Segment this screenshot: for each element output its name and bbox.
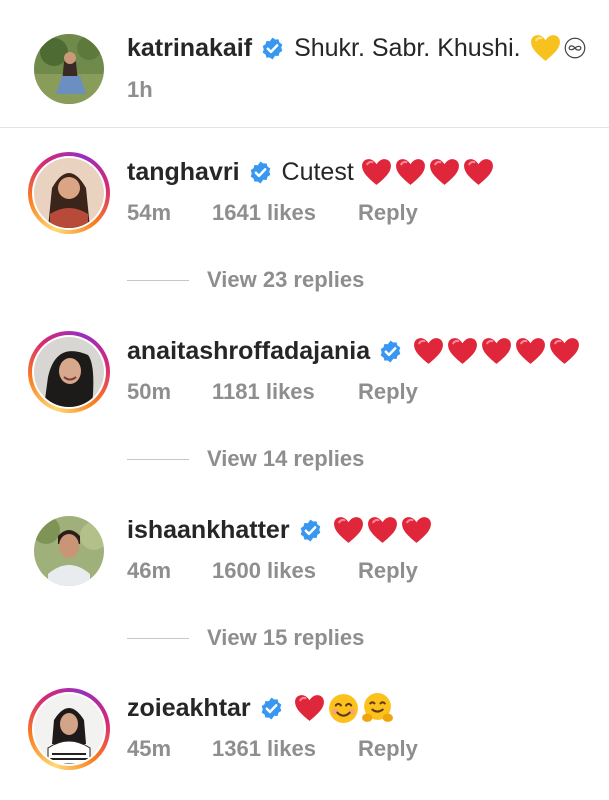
- yellow-heart-emoji-icon: [529, 32, 562, 65]
- view-replies-label: View 23 replies: [207, 267, 365, 292]
- comment-likes[interactable]: 1361 likes: [212, 736, 358, 762]
- smiling-face-emoji-icon: [327, 692, 360, 725]
- story-ring[interactable]: [28, 331, 110, 413]
- comment-emojis: [293, 692, 394, 725]
- avatar-ishaankhatter[interactable]: [34, 516, 104, 586]
- view-replies-label: View 15 replies: [207, 625, 365, 650]
- reply-button[interactable]: Reply: [358, 736, 418, 762]
- red-heart-emoji-icon: [366, 514, 399, 547]
- caption-emojis: [529, 32, 587, 65]
- red-heart-emoji-icon: [360, 156, 393, 189]
- hugging-face-emoji-icon: [361, 692, 394, 725]
- avatar-anaitashroffadajania[interactable]: [34, 337, 104, 407]
- avatar-katrinakaif[interactable]: [34, 34, 104, 104]
- red-heart-emoji-icon: [412, 335, 445, 368]
- red-heart-emoji-icon: [548, 335, 581, 368]
- comment-username[interactable]: tanghavri: [127, 158, 240, 187]
- avatar-zoieakhtar[interactable]: [34, 694, 104, 764]
- caption-text: Shukr. Sabr. Khushi.: [294, 33, 521, 62]
- red-heart-emoji-icon: [462, 156, 495, 189]
- story-ring[interactable]: [28, 152, 110, 234]
- comment-emojis: [360, 156, 495, 189]
- comment-emojis: [412, 335, 581, 368]
- comment-time: 54m: [127, 200, 172, 225]
- comment-likes[interactable]: 1641 likes: [212, 200, 358, 226]
- comment-time: 46m: [127, 558, 172, 583]
- comment-emojis: [332, 514, 433, 547]
- divider-line: [127, 458, 189, 460]
- red-heart-emoji-icon: [332, 514, 365, 547]
- infinity-emoji-icon: [563, 36, 587, 60]
- red-heart-emoji-icon: [514, 335, 547, 368]
- red-heart-emoji-icon: [480, 335, 513, 368]
- reply-button[interactable]: Reply: [358, 558, 418, 584]
- view-replies-button[interactable]: View 23 replies: [127, 267, 364, 293]
- view-replies-label: View 14 replies: [207, 446, 365, 471]
- red-heart-emoji-icon: [428, 156, 461, 189]
- comment-likes[interactable]: 1181 likes: [212, 379, 358, 405]
- red-heart-emoji-icon: [400, 514, 433, 547]
- view-replies-button[interactable]: View 15 replies: [127, 625, 364, 651]
- red-heart-emoji-icon: [394, 156, 427, 189]
- divider-line: [127, 637, 189, 639]
- post-caption: katrinakaif Shukr. Sabr. Khushi. 1h: [0, 0, 609, 128]
- red-heart-emoji-icon: [293, 692, 326, 725]
- avatar-tanghavri[interactable]: [34, 158, 104, 228]
- caption-username[interactable]: katrinakaif: [127, 34, 252, 63]
- verified-badge-icon: [378, 339, 403, 364]
- reply-button[interactable]: Reply: [358, 379, 418, 405]
- verified-badge-icon: [259, 696, 284, 721]
- caption-time: 1h: [127, 77, 153, 102]
- verified-badge-icon: [260, 36, 285, 61]
- story-ring[interactable]: [28, 688, 110, 770]
- verified-badge-icon: [248, 160, 273, 185]
- reply-button[interactable]: Reply: [358, 200, 418, 226]
- divider-line: [127, 279, 189, 281]
- comment-likes[interactable]: 1600 likes: [212, 558, 358, 584]
- red-heart-emoji-icon: [446, 335, 479, 368]
- comment-time: 50m: [127, 379, 172, 404]
- verified-badge-icon: [298, 518, 323, 543]
- comment-time: 45m: [127, 736, 172, 761]
- view-replies-button[interactable]: View 14 replies: [127, 446, 364, 472]
- comment-username[interactable]: ishaankhatter: [127, 516, 290, 545]
- comment-username[interactable]: zoieakhtar: [127, 694, 251, 723]
- comment-text: Cutest: [281, 157, 354, 186]
- comment-username[interactable]: anaitashroffadajania: [127, 337, 370, 366]
